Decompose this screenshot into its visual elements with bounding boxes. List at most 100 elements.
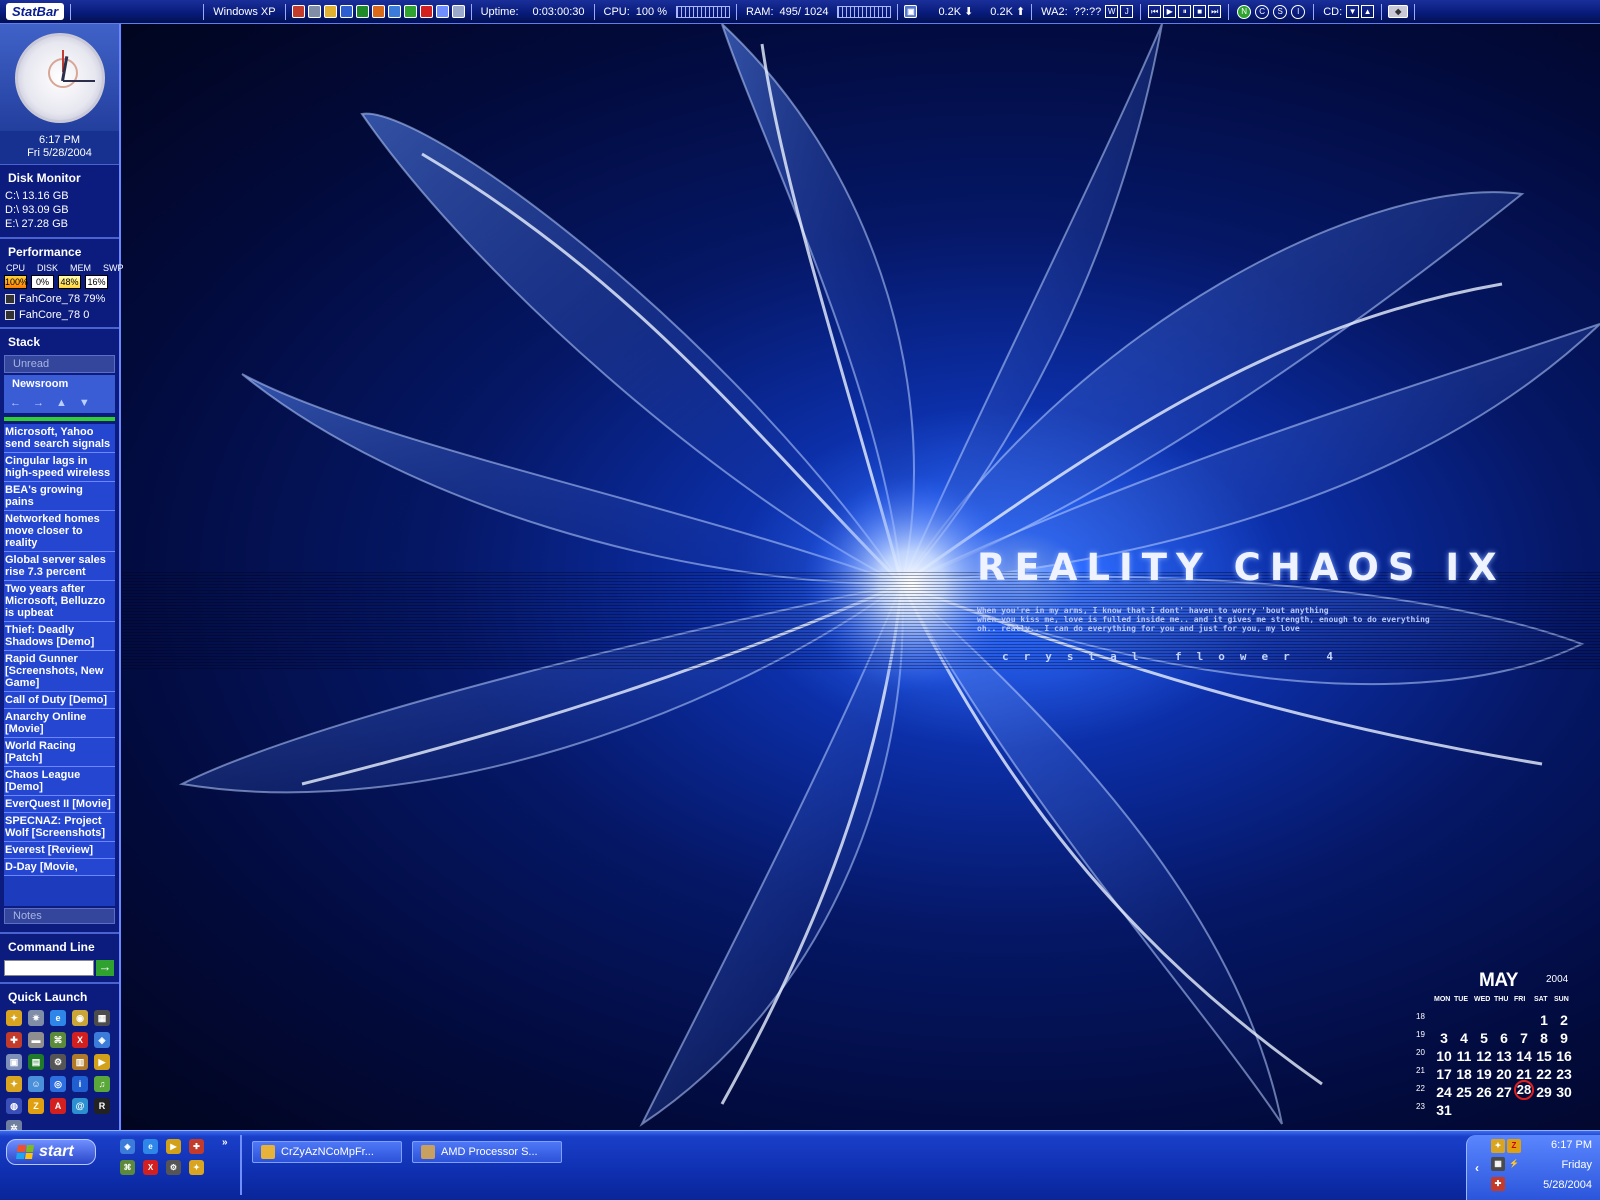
runner-icon[interactable]: ✦ — [189, 1160, 204, 1175]
info-icon[interactable]: i — [72, 1076, 88, 1092]
acrobat-icon[interactable]: A — [50, 1098, 66, 1114]
notes-tab[interactable]: Notes — [4, 908, 115, 924]
internet-explorer-icon[interactable]: e — [143, 1139, 158, 1154]
explorer-icon[interactable]: ◈ — [120, 1139, 135, 1154]
play-icon[interactable]: ▶ — [1163, 5, 1177, 18]
msn-icon[interactable]: ☺ — [28, 1076, 44, 1092]
itunes-icon[interactable]: ♫ — [94, 1076, 110, 1092]
newsroom-tab[interactable]: Newsroom — [4, 375, 115, 393]
taskbar-button[interactable]: CrZyAzNCoMpFr... — [252, 1141, 402, 1163]
runner-2-icon[interactable]: ✦ — [6, 1076, 22, 1092]
winamp-j-button[interactable]: J — [1120, 5, 1134, 18]
status-circle-n[interactable]: N — [1237, 4, 1252, 19]
tool-icon[interactable] — [323, 5, 337, 18]
status-circle-i[interactable]: I — [1291, 4, 1306, 19]
news-item[interactable]: Rapid Gunner [Screenshots, New Game] — [4, 651, 115, 692]
redapp-icon[interactable] — [291, 5, 305, 18]
red-icon[interactable] — [419, 5, 433, 18]
news-item[interactable]: World Racing [Patch] — [4, 738, 115, 767]
red-tool-icon[interactable]: ✚ — [6, 1032, 22, 1048]
windows-flag-icon — [16, 1145, 34, 1159]
prev-track-icon[interactable]: ⏮ — [1148, 5, 1162, 18]
down-arrow-icon[interactable]: ▼ — [79, 397, 90, 409]
steam-icon[interactable]: ⚙ — [50, 1054, 66, 1070]
chip-icon[interactable]: ▦ — [1491, 1157, 1505, 1171]
network-icon[interactable]: ⌘ — [50, 1032, 66, 1048]
news-item[interactable]: Global server sales rise 7.3 percent — [4, 552, 115, 581]
page-icon[interactable] — [451, 5, 465, 18]
internet-explorer-icon[interactable]: e — [50, 1010, 66, 1026]
network-icon[interactable]: ▣ — [904, 5, 918, 18]
explorer-icon[interactable]: ◈ — [94, 1032, 110, 1048]
start-button[interactable]: start — [6, 1139, 96, 1165]
news-item[interactable]: Microsoft, Yahoo send search signals — [4, 424, 115, 453]
x-icon[interactable] — [355, 5, 369, 18]
status-circle-c[interactable]: C — [1255, 4, 1270, 19]
go-button[interactable]: → — [96, 960, 114, 976]
camera-icon[interactable]: ◉ — [72, 1010, 88, 1026]
winamp-w-button[interactable]: W — [1105, 5, 1119, 18]
cd-eject-icon[interactable]: ▲ — [1361, 5, 1375, 18]
quick-launch-overflow-button[interactable]: » — [222, 1137, 228, 1148]
news-item[interactable]: EverQuest II [Movie] — [4, 796, 115, 813]
drive-item[interactable]: D:\ 93.09 GB — [5, 203, 114, 217]
globe-icon[interactable] — [387, 5, 401, 18]
swirl-icon[interactable]: @ — [72, 1098, 88, 1114]
back-arrow-icon[interactable]: ← — [10, 397, 21, 409]
matrix-icon[interactable]: ▤ — [28, 1054, 44, 1070]
blue-disc-icon[interactable]: ◍ — [6, 1098, 22, 1114]
monitor-icon[interactable]: ▣ — [6, 1054, 22, 1070]
zonealarm-icon[interactable]: Z — [28, 1098, 44, 1114]
news-item[interactable]: D-Day [Movie, — [4, 859, 115, 876]
stop-icon[interactable]: ■ — [1193, 5, 1207, 18]
reality-icon[interactable]: R — [94, 1098, 110, 1114]
news-item[interactable]: Call of Duty [Demo] — [4, 692, 115, 709]
taskbar-button[interactable]: AMD Processor S... — [412, 1141, 562, 1163]
news-item[interactable]: Cingular lags in high-speed wireless — [4, 453, 115, 482]
news-item[interactable]: Everest [Review] — [4, 842, 115, 859]
spider-icon[interactable]: ✷ — [28, 1010, 44, 1026]
network-icon[interactable]: ⌘ — [120, 1160, 135, 1175]
next-track-icon[interactable]: ⏭ — [1208, 5, 1222, 18]
tray-expand-button[interactable]: ‹ — [1475, 1161, 1479, 1175]
command-input[interactable] — [4, 960, 94, 976]
forward-arrow-icon[interactable]: → — [33, 397, 44, 409]
unread-tab[interactable]: Unread — [4, 355, 115, 373]
exit-icon[interactable]: X — [72, 1032, 88, 1048]
exit-icon[interactable]: X — [143, 1160, 158, 1175]
news-item[interactable]: Two years after Microsoft, Belluzzo is u… — [4, 581, 115, 622]
cd-close-icon[interactable]: ▼ — [1346, 5, 1360, 18]
zonealarm-icon[interactable]: Z — [1507, 1139, 1521, 1153]
status-circle-s[interactable]: S — [1273, 4, 1288, 19]
drive-item[interactable]: C:\ 13.16 GB — [5, 189, 114, 203]
up-arrow-icon[interactable]: ▲ — [56, 397, 67, 409]
doc-icon[interactable] — [435, 5, 449, 18]
o-icon[interactable] — [371, 5, 385, 18]
news-item[interactable]: BEA's growing pains — [4, 482, 115, 511]
drive-item[interactable]: E:\ 27.28 GB — [5, 217, 114, 231]
news-item[interactable]: Anarchy Online [Movie] — [4, 709, 115, 738]
greyapp-icon[interactable] — [307, 5, 321, 18]
news-item[interactable]: Chaos League [Demo] — [4, 767, 115, 796]
news-item[interactable]: Thief: Deadly Shadows [Demo] — [4, 622, 115, 651]
tray-time[interactable]: 6:17 PM — [1551, 1139, 1592, 1151]
drive-icon[interactable]: ◆ — [1388, 5, 1409, 18]
green-icon[interactable] — [403, 5, 417, 18]
news-item[interactable]: Networked homes move closer to reality — [4, 511, 115, 552]
red-app-icon[interactable]: ✚ — [1491, 1177, 1505, 1191]
runner-icon[interactable]: ✦ — [6, 1010, 22, 1026]
news-item[interactable]: SPECNAZ: Project Wolf [Screenshots] — [4, 813, 115, 842]
winrar-icon[interactable]: ▥ — [72, 1054, 88, 1070]
media-player-icon[interactable]: ▶ — [94, 1054, 110, 1070]
film-icon[interactable]: ▦ — [94, 1010, 110, 1026]
drive-icon[interactable]: ▬ — [28, 1032, 44, 1048]
lightning-icon[interactable]: ⚡ — [1507, 1157, 1521, 1171]
pause-icon[interactable]: ⏸ — [1178, 5, 1192, 18]
runner-icon[interactable]: ✦ — [1491, 1139, 1505, 1153]
media-player-icon[interactable]: ▶ — [166, 1139, 181, 1154]
steam-icon[interactable]: ⚙ — [166, 1160, 181, 1175]
statbar-logo[interactable]: StatBar — [6, 3, 65, 20]
red-tool-icon[interactable]: ✚ — [189, 1139, 204, 1154]
w-icon[interactable] — [339, 5, 353, 18]
search-icon[interactable]: ◎ — [50, 1076, 66, 1092]
